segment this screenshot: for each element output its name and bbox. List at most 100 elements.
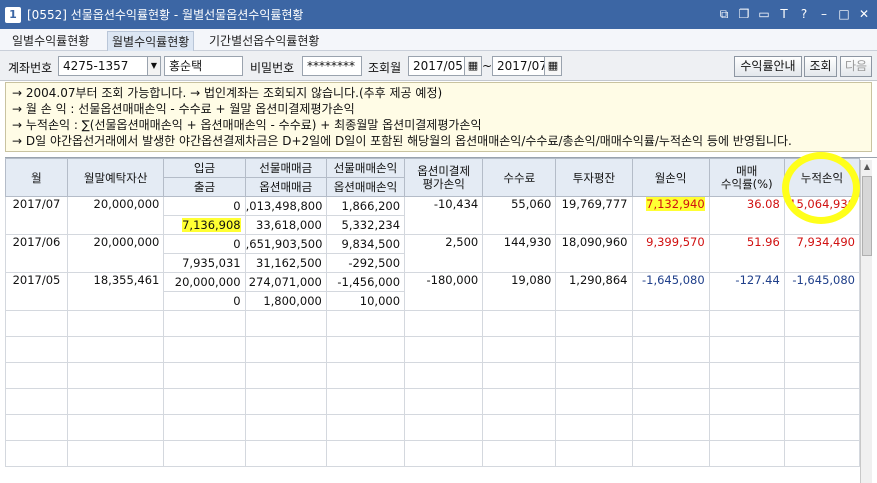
cell-avg-invest: 1,290,864 [555,272,633,311]
empty-row [5,310,861,337]
notice-line: → D일 야간옵선거래에서 발생한 야간옵션결제차금은 D+2일에 D일이 포함… [12,134,792,148]
empty-row [5,440,861,467]
cell-deposit: 20,000,000 [163,272,246,292]
cell-fut-pl: 1,866,200 [325,196,406,216]
notice-line: → 2004.07부터 조회 가능합니다. → 법인계좌는 조회되지 않습니다.… [12,86,443,100]
cell-assets: 18,355,461 [66,272,165,311]
cell-monthly-pl: 7,132,940 [631,196,710,235]
header-trade-return: 매매 수익률(%) [708,158,785,197]
cell-fut-pl: -1,456,000 [325,272,406,292]
cell-unsettled: 2,500 [404,234,484,273]
cell-fut-amt: 274,071,000 [244,272,327,292]
cell-cum-pl: 15,064,930 [783,196,861,235]
header-cum-pl: 누적손익 [783,158,861,197]
cell-unsettled: -10,434 [404,196,484,235]
monthly-pl-highlight: 7,132,940 [646,197,705,211]
window-number-badge: 1 [5,6,21,23]
cell-assets: 20,000,000 [66,196,165,235]
password-input[interactable]: ******** [302,56,362,76]
notice-line: → 누적손익 : ∑(선물옵션매매손익 + 옵션매매손익 - 수수료) + 최종… [12,118,482,132]
table-row[interactable]: 2017/05 18,355,461 20,000,000 274,071,00… [5,272,861,311]
start-month-input[interactable]: 2017/05 [408,56,466,76]
maximize-icon[interactable]: □ [837,6,851,22]
cell-opt-amt: 33,618,000 [244,215,327,235]
password-label: 비밀번호 [250,61,295,75]
header-unsettled-line1: 옵션미결제 [417,163,471,178]
header-opt-amt: 옵션매매금 [244,177,327,197]
chevron-down-icon: ▼ [150,61,158,70]
header-month: 월 [5,158,68,197]
header-trade-return-line2: 수익률(%) [720,176,773,191]
range-separator: ~ [482,59,493,73]
window-restore-icon[interactable]: ⧉ [717,6,731,22]
next-button[interactable]: 다음 [840,56,872,77]
empty-row [5,414,861,441]
start-calendar-button[interactable]: ▦ [464,56,482,76]
cell-withdraw: 7,136,908 [163,215,246,235]
search-button[interactable]: 조회 [804,56,837,77]
cell-fee: 19,080 [482,272,557,311]
calendar-icon: ▦ [547,59,559,72]
end-calendar-button[interactable]: ▦ [544,56,562,76]
tab-monthly-return[interactable]: 월별수익률현황 [107,31,195,51]
cell-trade-return: 36.08 [708,196,785,235]
cell-monthly-pl: -1,645,080 [631,272,710,311]
header-monthly-pl: 월손익 [631,158,710,197]
account-dropdown-button[interactable]: ▼ [147,56,161,76]
vertical-scrollbar[interactable]: ▲ [860,160,872,483]
return-guide-button[interactable]: 수익률안내 [734,56,802,77]
close-icon[interactable]: ✕ [857,6,871,22]
empty-row [5,388,861,415]
notice-box: → 2004.07부터 조회 가능합니다. → 법인계좌는 조회되지 않습니다.… [5,82,872,152]
withdraw-highlight: 7,136,908 [182,218,241,232]
minimize-icon[interactable]: – [817,6,831,22]
cell-opt-pl: 10,000 [325,291,406,311]
cell-opt-amt: 1,800,000 [244,291,327,311]
monthly-return-grid: 월 월말예탁자산 입금 선물매매금 선물매매손익 옵션미결제 평가손익 수수료 투… [5,157,877,483]
header-unsettled: 옵션미결제 평가손익 [404,158,484,197]
month-label: 조회월 [368,61,402,75]
title-bar-controls: ⧉ ❐ ▭ T ? – □ ✕ [717,6,871,22]
cell-unsettled: -180,000 [404,272,484,311]
cell-fut-amt: ,651,903,500 [244,234,327,254]
header-opt-pl: 옵션매매손익 [325,177,406,197]
account-input[interactable]: 4275-1357 [58,56,148,76]
cell-month: 2017/06 [5,234,68,273]
header-assets: 월말예탁자산 [66,158,165,197]
header-deposit: 입금 [163,158,246,178]
empty-row [5,336,861,363]
header-unsettled-line2: 평가손익 [422,176,465,191]
end-month-input[interactable]: 2017/07 [492,56,546,76]
tab-period-return[interactable]: 기간별선옵수익률현황 [209,31,319,51]
cell-avg-invest: 18,090,960 [555,234,633,273]
font-icon[interactable]: T [777,6,791,22]
account-label: 계좌번호 [8,61,53,75]
scroll-thumb[interactable] [862,176,872,256]
cell-deposit: 0 [163,196,246,216]
tab-bar: 일별수익률현황 월별수익률현황 기간별선옵수익률현황 [0,29,877,51]
header-fee: 수수료 [482,158,557,197]
tab-daily-return[interactable]: 일별수익률현황 [12,31,89,51]
header-fut-amt: 선물매매금 [244,158,327,178]
pin-icon[interactable]: ▭ [757,6,771,22]
cell-deposit: 0 [163,234,246,254]
header-fut-pl: 선물매매손익 [325,158,406,178]
header-withdraw: 출금 [163,177,246,197]
header-trade-return-line1: 매매 [736,163,758,178]
table-row[interactable]: 2017/06 20,000,000 0 ,651,903,500 9,834,… [5,234,861,273]
cell-avg-invest: 19,769,777 [555,196,633,235]
cell-cum-pl: -1,645,080 [783,272,861,311]
cell-fee: 144,930 [482,234,557,273]
title-bar: 1 [0552] 선물옵션수익률현황 - 월별선물옵션수익률현황 ⧉ ❐ ▭ T… [0,0,877,29]
help-icon[interactable]: ? [797,6,811,22]
data-table: 월 월말예탁자산 입금 선물매매금 선물매매손익 옵션미결제 평가손익 수수료 투… [5,158,861,467]
copy-icon[interactable]: ❐ [737,6,751,22]
table-row[interactable]: 2017/07 20,000,000 0 ,013,498,800 1,866,… [5,196,861,235]
header-avg-invest: 투자평잔 [555,158,633,197]
notice-line: → 월 손 익 : 선물옵션매매손익 - 수수료 + 월말 옵션미결제평가손익 [12,102,355,116]
cell-trade-return: -127.44 [708,272,785,311]
cell-trade-return: 51.96 [708,234,785,273]
scroll-up-icon[interactable]: ▲ [861,160,873,174]
cell-cum-pl: 7,934,490 [783,234,861,273]
cell-withdraw: 7,935,031 [163,253,246,273]
